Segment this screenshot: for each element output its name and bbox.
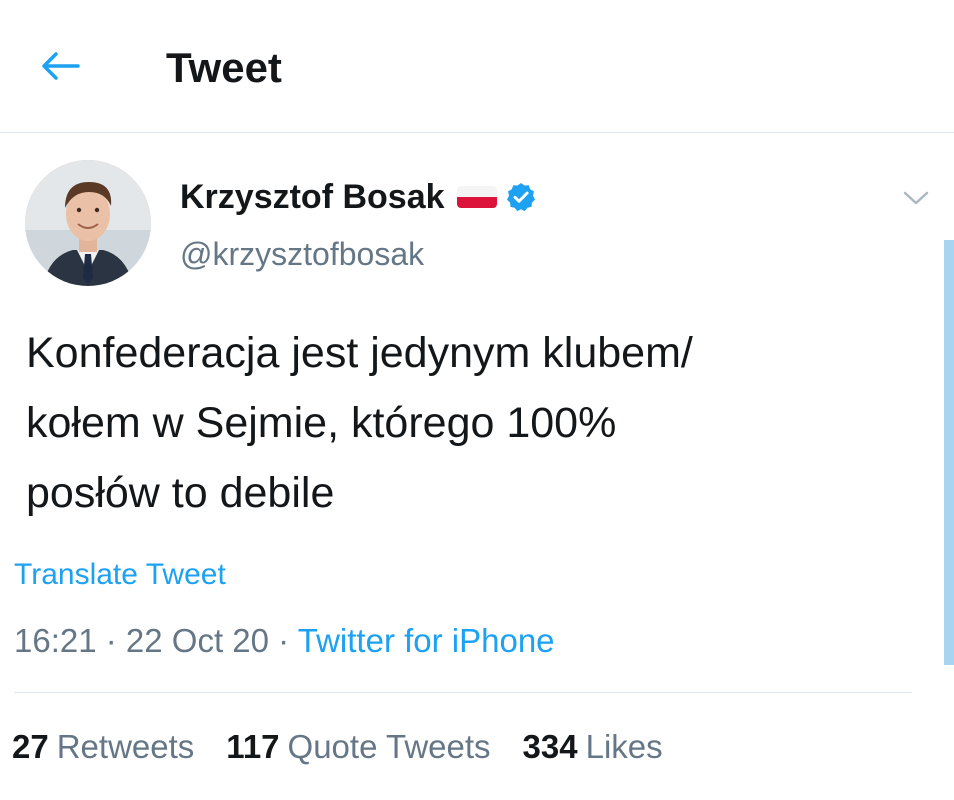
meta-separator: ·: [269, 622, 298, 659]
retweets-label: Retweets: [56, 728, 195, 765]
author-handle[interactable]: @krzysztofbosak: [180, 234, 424, 274]
poland-flag-icon: [456, 186, 497, 208]
divider: [14, 692, 912, 693]
likes-stat[interactable]: 334 Likes: [523, 726, 663, 768]
tweet-text: Konfederacja jest jedynym klubem/ kołem …: [26, 329, 693, 517]
scrollbar[interactable]: [944, 240, 954, 665]
quote-tweets-count: 117: [226, 728, 280, 765]
translate-tweet-link[interactable]: Translate Tweet: [14, 556, 226, 594]
chevron-down-icon: [903, 191, 929, 205]
meta-separator: ·: [96, 622, 126, 659]
tweet-stats: 27 Retweets 117 Quote Tweets 334 Likes: [12, 726, 695, 768]
tweet-detail-page: Tweet Krzysztof Bosak @krzysztofbosak Ko…: [0, 0, 954, 800]
header-bar: Tweet: [0, 0, 954, 133]
tweet-source-link[interactable]: Twitter for iPhone: [298, 622, 555, 659]
arrow-left-icon: [42, 52, 80, 80]
author-name-row[interactable]: Krzysztof Bosak: [180, 176, 537, 218]
quote-tweets-stat[interactable]: 117 Quote Tweets: [226, 726, 490, 768]
retweets-stat[interactable]: 27 Retweets: [12, 726, 194, 768]
likes-count: 334: [522, 728, 578, 765]
author-name[interactable]: Krzysztof Bosak: [180, 176, 445, 218]
avatar[interactable]: [25, 160, 151, 286]
more-options-button[interactable]: [896, 178, 936, 218]
quote-tweets-label: Quote Tweets: [287, 728, 491, 765]
back-button[interactable]: [38, 44, 82, 88]
retweets-count: 27: [12, 728, 49, 765]
page-title: Tweet: [166, 44, 282, 91]
verified-badge-icon: [506, 183, 535, 212]
avatar-image: [25, 160, 151, 286]
likes-label: Likes: [585, 728, 663, 765]
tweet-time: 16:21: [14, 622, 97, 659]
tweet-meta: 16:21 · 22 Oct 20 · Twitter for iPhone: [14, 620, 555, 662]
tweet-date: 22 Oct 20: [125, 622, 270, 659]
